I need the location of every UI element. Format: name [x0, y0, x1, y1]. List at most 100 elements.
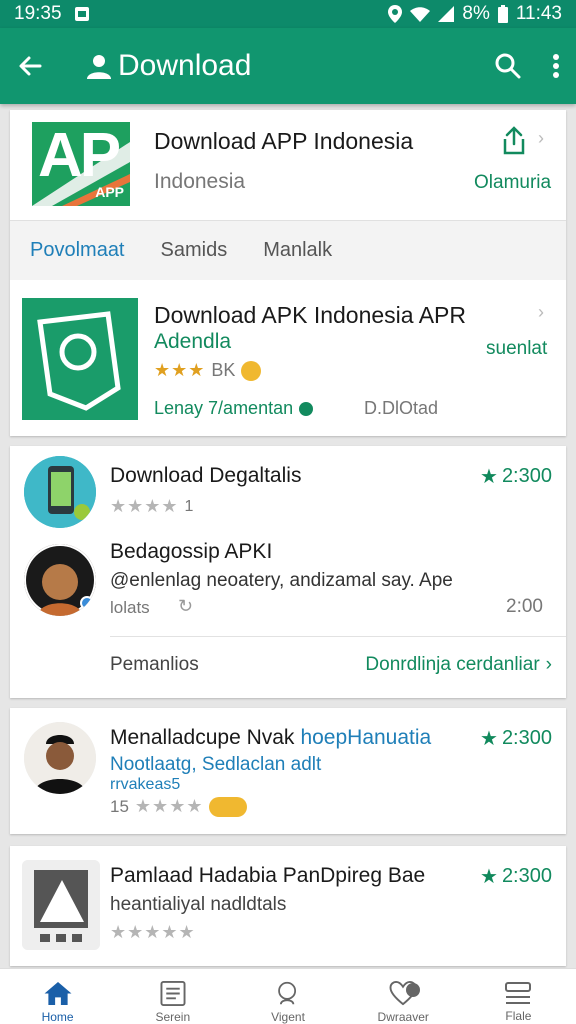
more-options-button[interactable]: [552, 53, 560, 79]
featured-card: AP APP Download APP Indonesia Indonesia …: [10, 110, 566, 436]
tab-bar: Povolmaat Samids Manlalk: [10, 220, 566, 280]
list-item-2-meta: lolats: [110, 598, 150, 617]
nav-home[interactable]: Home: [0, 969, 115, 1024]
search-icon: [495, 53, 521, 79]
verified-icon: [80, 596, 94, 610]
status-bar: 19:35 8% 11:43: [0, 0, 576, 28]
status-time-left: 19:35: [14, 3, 62, 24]
card3-meta: 15 ★★★★: [110, 796, 248, 817]
app-downloads: D.DlOtad: [364, 398, 439, 418]
search-button[interactable]: [494, 52, 522, 80]
featured-app-logo[interactable]: AP APP: [32, 122, 130, 206]
app-bar: Download: [0, 28, 576, 104]
list-card: Download Degaltalis ★ 2:300 ★★★★ 1 Bedag…: [10, 446, 566, 698]
app-title: Download APK Indonesia APR: [154, 302, 466, 328]
rating-value: 2:300: [501, 465, 552, 487]
status-time-right: 11:43: [515, 3, 562, 24]
rating-value: 2:300: [501, 865, 552, 887]
tab-manlalk[interactable]: Manlalk: [263, 239, 332, 262]
list-item-1-rating: ★ 2:300: [480, 464, 552, 489]
featured-share-label[interactable]: Olamuria: [474, 172, 551, 194]
notification-icon: [74, 6, 90, 22]
app-developer-row: Lenay 7/amentan: [154, 398, 314, 419]
featured-subtitle: Indonesia: [154, 170, 246, 193]
nav-flale-label: Flale: [505, 1009, 532, 1023]
battery-icon: [497, 5, 508, 23]
home-icon: [44, 981, 72, 1006]
card3-title: Menalladcupe Nvak: [110, 726, 295, 749]
star-icon: ★: [480, 728, 498, 750]
list-item-1-icon[interactable]: [24, 456, 96, 528]
logo-badge: APP: [95, 184, 124, 200]
nav-vigent[interactable]: Vigent: [230, 969, 345, 1024]
card4-title: Pamlaad Hadabia PanDpireg Bae: [110, 864, 426, 887]
list-item-2-count: 2:00: [506, 596, 543, 617]
arrow-left-icon: [19, 56, 42, 76]
card3-avatar[interactable]: [24, 722, 96, 794]
rating-count: 15: [110, 796, 129, 816]
app-icon[interactable]: [22, 298, 138, 420]
featured-title: Download APP Indonesia: [154, 128, 414, 154]
app-rating-text: BK: [211, 360, 236, 380]
tab-samids[interactable]: Samids: [161, 239, 228, 262]
app-developer[interactable]: Lenay 7/amentan: [154, 398, 293, 419]
refresh-icon: ↻: [178, 596, 194, 616]
notification-dot: [405, 983, 420, 997]
list-item-2-title: Bedagossip APKI: [110, 540, 273, 563]
nav-vigent-label: Vigent: [271, 1010, 305, 1024]
menu-icon: [505, 982, 532, 1004]
user-icon: [86, 53, 112, 79]
list-item-1-title: Download Degaltalis: [110, 464, 302, 487]
card3-rating: ★ 2:300: [480, 726, 552, 751]
card4-icon[interactable]: [22, 860, 100, 950]
share-button[interactable]: [500, 126, 528, 156]
star-icon: ★: [480, 866, 498, 888]
nav-dwraaver[interactable]: Dwraaver: [346, 969, 461, 1024]
bottom-navigation: Home Serein Vigent Dwraaver Flale: [0, 968, 576, 1024]
card3-title-extra: hoepHanuatia: [300, 726, 432, 749]
battery-percent: 8%: [462, 3, 490, 24]
card4-rating: ★ 2:300: [480, 864, 552, 889]
divider: [110, 636, 566, 637]
card3-subtitle2: rrvakeas5: [110, 776, 181, 793]
nav-serein[interactable]: Serein: [115, 969, 230, 1024]
emoji-icon: [209, 796, 248, 817]
list-icon: [160, 981, 186, 1006]
app-card-3: Menalladcupe Nvak hoepHanuatia ★ 2:300 N…: [10, 708, 566, 834]
emoji-icon: [241, 360, 262, 381]
nav-dwraaver-label: Dwraaver: [377, 1010, 429, 1024]
meta-text: 1: [184, 497, 194, 515]
chevron-right-icon: ›: [538, 302, 544, 322]
footer-link-text: Donrdlinja cerdanliar: [365, 654, 540, 675]
share-icon: [503, 126, 525, 155]
app-side-label[interactable]: suenlat: [486, 338, 547, 360]
list-item-1-meta: ★★★★ 1: [110, 496, 193, 517]
page-title-text: Download: [118, 49, 252, 82]
list-item-2-avatar[interactable]: [24, 544, 96, 616]
card3-subtitle: Nootlaatg, Sedlaclan adlt: [110, 754, 322, 775]
rating-stars: ★★★: [154, 360, 206, 380]
logo-text: AP: [38, 122, 121, 190]
list-item-2-desc: @enlenlag neoatery, andizamal say. Ape: [110, 570, 453, 591]
page-title: Download: [86, 49, 251, 83]
rating-stars: ★★★★★: [110, 922, 196, 942]
star-icon: ★: [480, 466, 498, 488]
signal-icon: [438, 6, 455, 22]
chevron-right-icon: ›: [538, 128, 544, 148]
rating-value: 2:300: [501, 727, 552, 749]
list-footer-right[interactable]: Donrdlinja cerdanliar ›: [365, 654, 552, 676]
card4-stars: ★★★★★: [110, 922, 196, 943]
more-vertical-icon: [553, 54, 559, 78]
app-card-4: Pamlaad Hadabia PanDpireg Bae ★ 2:300 he…: [10, 846, 566, 966]
back-button[interactable]: [16, 52, 44, 80]
nav-flale[interactable]: Flale: [461, 969, 576, 1024]
app-subtitle: Adendla: [154, 330, 232, 353]
location-icon: [388, 5, 403, 23]
verified-icon: [299, 401, 314, 416]
chevron-right-icon: ›: [545, 654, 552, 675]
nav-home-label: Home: [41, 1010, 74, 1024]
rating-stars: ★★★★: [134, 796, 204, 816]
tab-povolmaat[interactable]: Povolmaat: [30, 239, 125, 262]
wifi-icon: [410, 6, 431, 22]
rating-stars: ★★★★: [110, 496, 179, 516]
